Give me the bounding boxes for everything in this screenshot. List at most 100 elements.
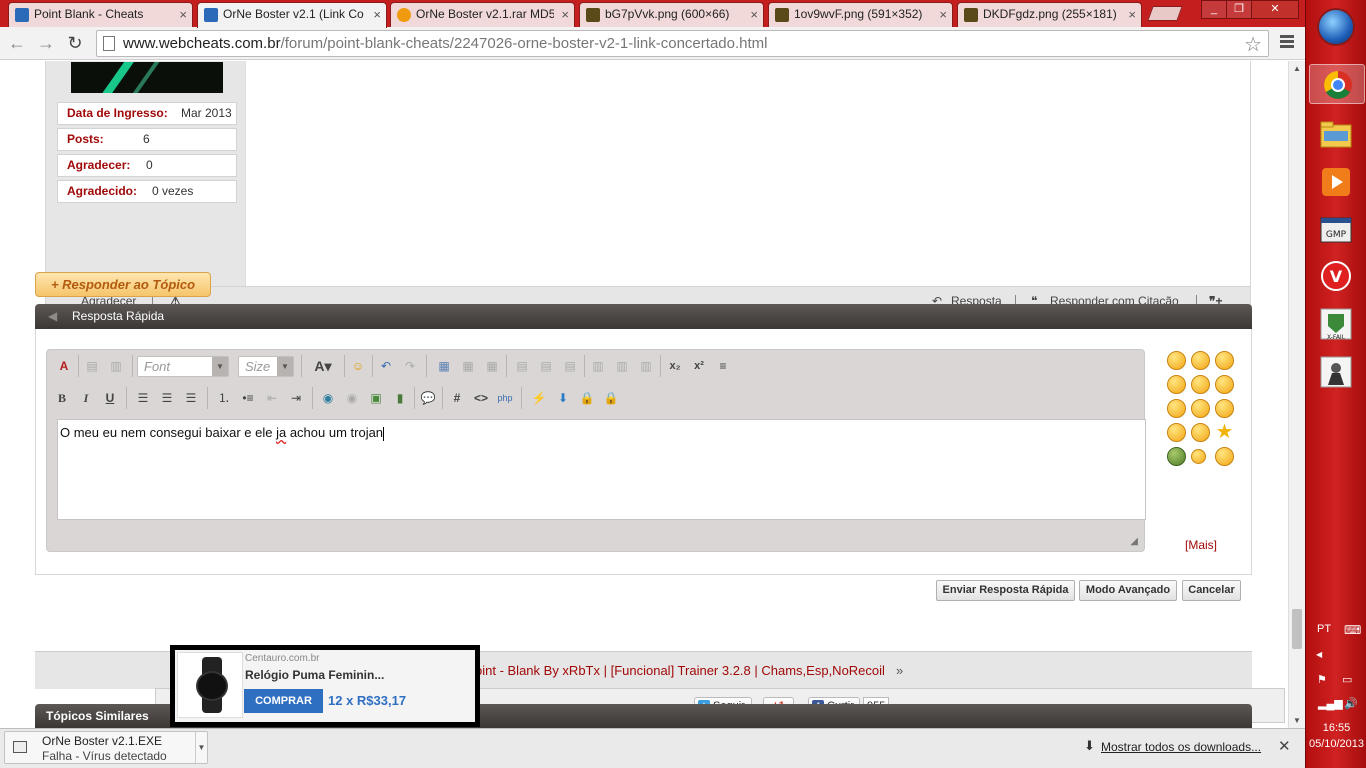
image-icon[interactable]: ▣ xyxy=(366,388,386,408)
size-select[interactable]: Size ▼ xyxy=(238,356,294,377)
scrollbar-thumb[interactable] xyxy=(1292,609,1302,649)
smiley-icon[interactable] xyxy=(1215,375,1234,394)
close-tab-icon[interactable]: × xyxy=(939,3,947,26)
smiley-icon[interactable] xyxy=(1215,447,1234,466)
tab-image-1[interactable]: bG7pVvk.png (600×66) × xyxy=(579,2,764,27)
superscript-icon[interactable]: x² xyxy=(689,356,709,376)
smiley-icon[interactable] xyxy=(1215,399,1234,418)
more-smilies-link[interactable]: [Mais] xyxy=(1185,538,1217,552)
scroll-up-icon[interactable]: ▲ xyxy=(1293,64,1301,73)
reload-icon[interactable]: ↻ xyxy=(63,31,87,55)
smiley-icon[interactable] xyxy=(1191,449,1206,464)
redo-icon[interactable]: ↷ xyxy=(400,356,420,376)
chevron-down-icon[interactable]: ▼ xyxy=(195,732,207,763)
system-clock[interactable]: 16:55 05/10/2013 xyxy=(1306,720,1366,752)
ad-product-name[interactable]: Relógio Puma Feminin... xyxy=(245,668,384,682)
download-arrow-icon[interactable]: ⬇ xyxy=(553,388,573,408)
close-tab-icon[interactable]: × xyxy=(750,3,758,26)
link-icon[interactable]: ◉ xyxy=(318,388,338,408)
resize-grip-icon[interactable]: ◢ xyxy=(1130,536,1138,547)
star-icon[interactable]: ★ xyxy=(1215,422,1234,442)
tab-orne-boster[interactable]: OrNe Boster v2.1 (Link Co × xyxy=(197,2,387,28)
align-left-icon[interactable]: ☰ xyxy=(133,388,153,408)
smiley-icon[interactable]: ☺ xyxy=(348,356,368,376)
italic-icon[interactable]: I xyxy=(76,388,96,408)
code-icon[interactable]: <> xyxy=(471,388,491,408)
lock-red-icon[interactable]: 🔒 xyxy=(601,388,621,408)
paste-text-icon[interactable]: ▥ xyxy=(106,356,126,376)
close-window-button[interactable]: ✕ xyxy=(1251,0,1299,19)
smiley-icon[interactable] xyxy=(1215,351,1234,370)
language-indicator[interactable]: PT xyxy=(1317,623,1331,635)
underline-icon[interactable]: U xyxy=(100,388,120,408)
close-tab-icon[interactable]: × xyxy=(561,3,569,26)
remove-format-icon[interactable]: A xyxy=(54,356,74,376)
align-right-icon[interactable]: ☰ xyxy=(181,388,201,408)
folder-taskbar-icon[interactable] xyxy=(1318,116,1354,152)
insert-col-left-icon[interactable]: ▥ xyxy=(588,356,608,376)
forward-icon[interactable]: → xyxy=(34,31,58,55)
cancel-button[interactable]: Cancelar xyxy=(1182,580,1241,601)
indent-icon[interactable]: ⇥ xyxy=(286,388,306,408)
reply-to-topic-button[interactable]: + Responder ao Tópico xyxy=(35,272,211,297)
close-tab-icon[interactable]: × xyxy=(179,3,187,26)
text-color-icon[interactable]: A▾ xyxy=(308,356,338,376)
xfail-taskbar-icon[interactable]: X-FAIL xyxy=(1318,306,1354,342)
close-tab-icon[interactable]: × xyxy=(1128,3,1136,26)
chrome-taskbar-icon[interactable] xyxy=(1309,64,1365,104)
insert-row-below-icon[interactable]: ▤ xyxy=(536,356,556,376)
tab-orne-rar[interactable]: OrNe Boster v2.1.rar MD5: × xyxy=(390,2,575,27)
advanced-mode-button[interactable]: Modo Avançado xyxy=(1079,580,1177,601)
delete-col-icon[interactable]: ▥ xyxy=(636,356,656,376)
quote-bubble-icon[interactable]: 💬 xyxy=(418,388,438,408)
address-bar[interactable]: www.webcheats.com.br/forum/point-blank-c… xyxy=(96,30,1269,57)
video-icon[interactable]: ▮ xyxy=(390,388,410,408)
smiley-icon[interactable] xyxy=(1167,423,1186,442)
gmp-taskbar-icon[interactable]: GMP xyxy=(1318,212,1354,248)
smiley-icon[interactable] xyxy=(1191,375,1210,394)
media-player-taskbar-icon[interactable] xyxy=(1318,164,1354,200)
scroll-down-icon[interactable]: ▼ xyxy=(1293,716,1301,725)
table-icon[interactable]: ▦ xyxy=(434,356,454,376)
insert-col-right-icon[interactable]: ▥ xyxy=(612,356,632,376)
paste-icon[interactable]: ▤ xyxy=(82,356,102,376)
close-tab-icon[interactable]: × xyxy=(373,3,381,26)
php-icon[interactable]: php xyxy=(495,388,515,408)
subscript-icon[interactable]: x₂ xyxy=(665,356,685,376)
new-tab-button[interactable] xyxy=(1147,6,1183,21)
v-app-taskbar-icon[interactable]: V xyxy=(1318,258,1354,294)
keyboard-icon[interactable]: ⌨ xyxy=(1344,623,1361,637)
chrome-menu-icon[interactable] xyxy=(1280,35,1294,49)
unordered-list-icon[interactable]: •≡ xyxy=(238,388,258,408)
page-scrollbar[interactable]: ▲ ▼ xyxy=(1288,61,1305,728)
font-select[interactable]: Font ▼ xyxy=(137,356,229,377)
close-icon[interactable]: ✕ xyxy=(1278,737,1291,755)
next-thread-link[interactable]: oint - Blank By xRbTx | [Funcional] Trai… xyxy=(475,652,885,690)
send-quick-reply-button[interactable]: Enviar Resposta Rápida xyxy=(936,580,1075,601)
sick-smiley-icon[interactable] xyxy=(1167,447,1186,466)
bookmark-star-icon[interactable]: ☆ xyxy=(1244,32,1262,57)
start-button[interactable] xyxy=(1317,8,1355,46)
monitor-icon[interactable]: ▭ xyxy=(1342,673,1352,686)
ordered-list-icon[interactable]: ⒈ xyxy=(214,388,234,408)
undo-icon[interactable]: ↶ xyxy=(376,356,396,376)
download-item[interactable]: OrNe Boster v2.1.EXE Falha - Vírus detec… xyxy=(4,731,208,764)
back-icon[interactable]: ← xyxy=(5,31,29,55)
ad-popup[interactable]: Centauro.com.br Relógio Puma Feminin... … xyxy=(170,645,480,727)
restore-button[interactable]: ❐ xyxy=(1226,0,1252,19)
align-center-icon[interactable]: ☰ xyxy=(157,388,177,408)
tray-expand-icon[interactable]: ◀ xyxy=(1316,650,1322,659)
message-textarea[interactable]: O meu eu nem consegui baixar e ele ja ac… xyxy=(57,419,1146,520)
show-all-downloads-link[interactable]: Mostrar todos os downloads... xyxy=(1101,740,1261,754)
game-taskbar-icon[interactable] xyxy=(1318,354,1354,390)
insert-row-above-icon[interactable]: ▤ xyxy=(512,356,532,376)
lock-icon[interactable]: 🔒 xyxy=(577,388,597,408)
volume-icon[interactable]: 🔊 xyxy=(1344,697,1358,710)
network-signal-icon[interactable]: ▂▄▆ xyxy=(1318,697,1343,710)
table-delete-icon[interactable]: ▦ xyxy=(482,356,502,376)
smiley-icon[interactable] xyxy=(1167,399,1186,418)
collapse-icon[interactable]: ◀ xyxy=(48,304,57,329)
tab-point-blank-cheats[interactable]: Point Blank - Cheats × xyxy=(8,2,193,27)
minimize-button[interactable]: _ xyxy=(1201,0,1227,19)
horizontal-rule-icon[interactable]: ≡ xyxy=(713,356,733,376)
